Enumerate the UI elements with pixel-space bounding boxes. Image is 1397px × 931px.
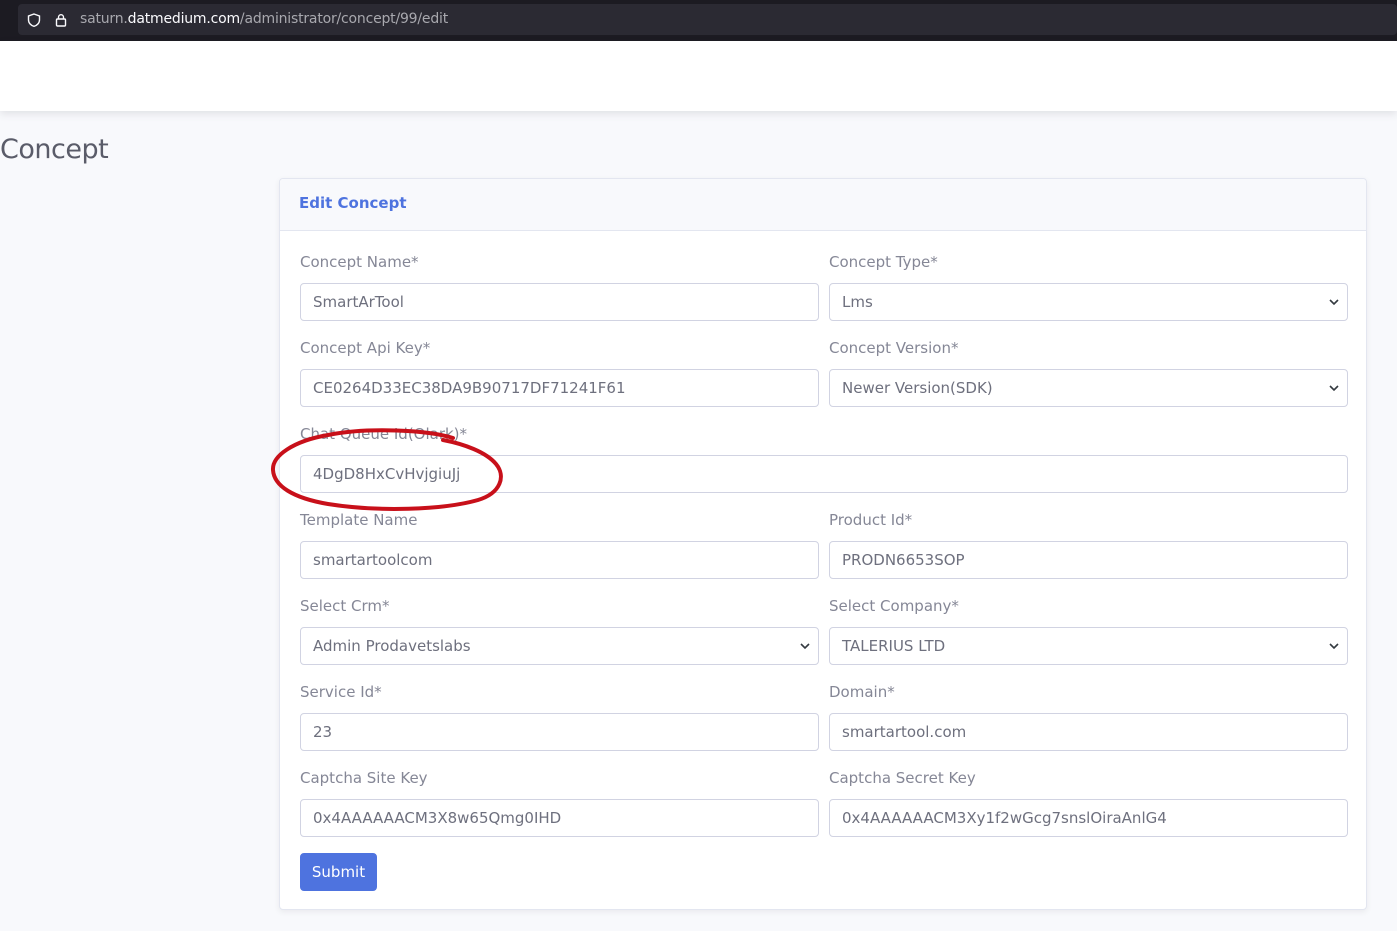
captcha-secret-key-label: Captcha Secret Key [829, 769, 976, 787]
chevron-down-icon [1329, 299, 1339, 306]
card-header: Edit Concept [280, 179, 1366, 231]
page-title: Concept [0, 134, 109, 165]
concept-type-select[interactable]: Lms [829, 283, 1348, 321]
domain-label: Domain* [829, 683, 895, 701]
concept-api-key-input[interactable]: CE0264D33EC38DA9B90717DF71241F61 [300, 369, 819, 407]
url-text[interactable]: saturn.datmedium.com/administrator/conce… [80, 11, 448, 27]
lock-icon[interactable] [54, 13, 68, 27]
service-id-label: Service Id* [300, 683, 382, 701]
captcha-site-key-label: Captcha Site Key [300, 769, 428, 787]
chevron-down-icon [1329, 643, 1339, 650]
concept-api-key-label: Concept Api Key* [300, 339, 431, 357]
service-id-input[interactable]: 23 [300, 713, 819, 751]
select-company-select[interactable]: TALERIUS LTD [829, 627, 1348, 665]
concept-type-value: Lms [842, 293, 873, 311]
select-crm-value: Admin Prodavetslabs [313, 637, 471, 655]
shield-icon[interactable] [27, 13, 41, 27]
concept-type-label: Concept Type* [829, 253, 938, 271]
app-topbar [0, 41, 1397, 111]
url-prefix: saturn. [80, 11, 128, 27]
select-company-label: Select Company* [829, 597, 959, 615]
concept-name-label: Concept Name* [300, 253, 419, 271]
concept-name-input[interactable]: SmartArTool [300, 283, 819, 321]
concept-version-select[interactable]: Newer Version(SDK) [829, 369, 1348, 407]
card-title: Edit Concept [299, 194, 407, 212]
captcha-secret-key-input[interactable]: 0x4AAAAAACM3Xy1f2wGcg7snslOiraAnlG4 [829, 799, 1348, 837]
url-path: /administrator/concept/99/edit [239, 11, 448, 27]
select-crm-select[interactable]: Admin Prodavetslabs [300, 627, 819, 665]
chevron-down-icon [800, 643, 810, 650]
domain-input[interactable]: smartartool.com [829, 713, 1348, 751]
browser-toolbar: saturn.datmedium.com/administrator/conce… [0, 0, 1397, 41]
url-host: datmedium.com [127, 11, 240, 27]
concept-version-value: Newer Version(SDK) [842, 379, 993, 397]
captcha-site-key-input[interactable]: 0x4AAAAAACM3X8w65Qmg0IHD [300, 799, 819, 837]
submit-button[interactable]: Submit [300, 853, 377, 891]
chevron-down-icon [1329, 385, 1339, 392]
address-bar[interactable]: saturn.datmedium.com/administrator/conce… [18, 4, 1397, 35]
template-name-input[interactable]: smartartoolcom [300, 541, 819, 579]
chat-queue-id-input[interactable]: 4DgD8HxCvHvjgiuJj [300, 455, 1348, 493]
concept-version-label: Concept Version* [829, 339, 959, 357]
product-id-input[interactable]: PRODN6653SOP [829, 541, 1348, 579]
edit-concept-card: Edit Concept Concept Name* SmartArTool C… [279, 178, 1367, 910]
product-id-label: Product Id* [829, 511, 913, 529]
chat-queue-id-label: Chat Queue Id(Olark)* [300, 425, 468, 443]
select-company-value: TALERIUS LTD [842, 637, 946, 655]
select-crm-label: Select Crm* [300, 597, 390, 615]
template-name-label: Template Name [300, 511, 418, 529]
